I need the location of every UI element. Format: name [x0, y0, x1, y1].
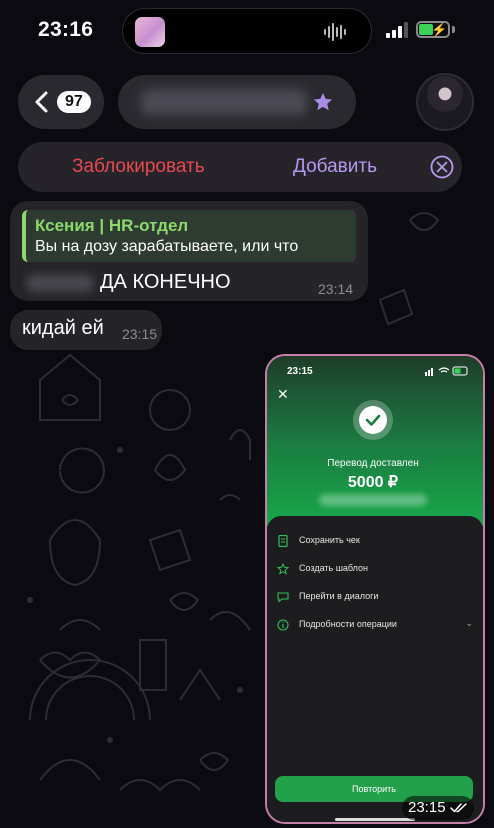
message-text: кидай ей [22, 317, 104, 339]
block-button[interactable]: Заблокировать [72, 156, 205, 178]
dynamic-island[interactable] [122, 8, 372, 54]
contact-action-bar: Заблокировать Добавить [18, 142, 462, 192]
transfer-amount: 5000 ₽ [347, 474, 399, 491]
double-check-icon [450, 803, 467, 813]
blurred-text [26, 274, 94, 292]
receipt-icon [278, 535, 288, 547]
now-playing-artwork [135, 17, 165, 47]
message-time: 23:14 [318, 281, 354, 297]
option-operation-details: Подробности операции ⌄ [277, 618, 473, 634]
chevron-left-icon [35, 91, 48, 113]
cellular-signal-icon [386, 22, 408, 38]
audio-wave-icon [324, 23, 346, 41]
battery-icon: ⚡ [416, 21, 450, 38]
info-icon [277, 619, 289, 631]
home-indicator [335, 818, 415, 821]
blurred-recipient [319, 494, 427, 506]
charging-bolt-icon: ⚡ [431, 22, 448, 37]
blurred-contact-name [140, 89, 308, 115]
message-bubble[interactable]: Ксения | HR-отдел Вы на дозу зарабатывае… [10, 201, 368, 301]
star-icon [313, 92, 333, 111]
contact-avatar[interactable] [416, 73, 474, 131]
close-icon[interactable] [430, 155, 454, 179]
message-time: 23:15 [122, 326, 158, 342]
option-go-to-chats: Перейти в диалоги [277, 590, 473, 606]
reply-text: Вы на дозу зарабатываете, или что [35, 238, 299, 255]
message-bubble[interactable]: кидай ей 23:15 [10, 310, 162, 350]
chevron-down-icon: ⌄ [465, 618, 473, 628]
option-save-receipt: Сохранить чек [277, 534, 473, 550]
chat-icon [277, 592, 289, 603]
screenshot-close-icon: ✕ [277, 386, 289, 402]
status-bar: 23:16 ⚡ [0, 0, 494, 62]
reply-author: Ксения | HR-отдел [35, 216, 189, 235]
chat-title[interactable] [118, 75, 356, 129]
transfer-status-title: Перевод доставлен [327, 458, 419, 469]
back-button[interactable]: 97 [18, 75, 104, 129]
option-create-template: Создать шаблон [277, 562, 473, 578]
status-time: 23:16 [38, 18, 94, 41]
star-outline-icon [277, 563, 289, 575]
screenshot-header: 23:15 ✕ Перевод доставлен 5000 ₽ [267, 356, 483, 526]
reply-quote[interactable]: Ксения | HR-отдел Вы на дозу зарабатывае… [22, 210, 356, 262]
unread-count-badge: 97 [57, 91, 91, 113]
screenshot-status-icons [425, 366, 468, 376]
message-text: ДА КОНЕЧНО [100, 271, 231, 293]
screenshot-status-time: 23:15 [287, 366, 313, 377]
success-icon [353, 400, 393, 440]
photo-message[interactable]: 23:15 ✕ Перевод доставлен 5000 ₽ Сохрани… [265, 354, 485, 824]
photo-timestamp: 23:15 [402, 796, 474, 820]
photo-time: 23:15 [408, 799, 446, 816]
add-contact-button[interactable]: Добавить [293, 156, 377, 178]
